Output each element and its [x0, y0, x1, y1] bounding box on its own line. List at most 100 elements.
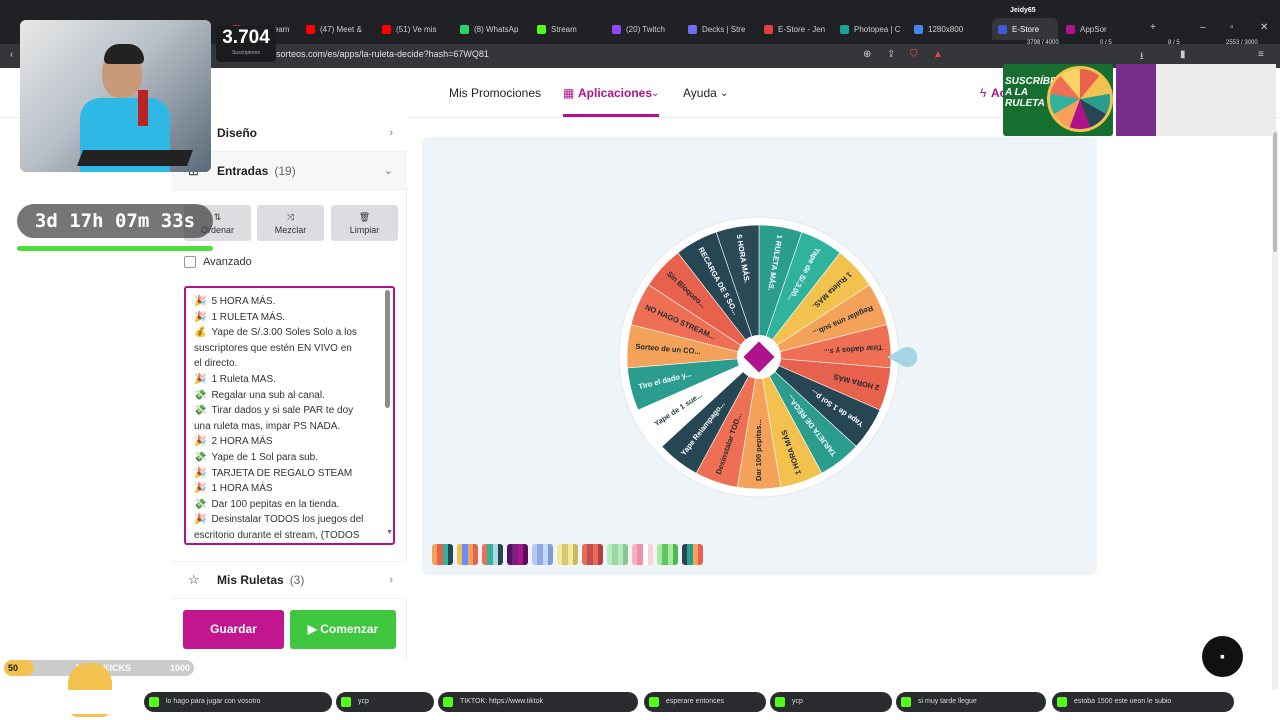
tab-favicon-icon — [840, 24, 849, 34]
subathon-timer: 3d 17h 07m 33s — [17, 204, 213, 238]
play-icon: ▶ — [307, 622, 321, 636]
chevron-right-icon: › — [389, 126, 393, 139]
close-window-icon[interactable]: ✕ — [1260, 22, 1268, 33]
chat-bubble-icon[interactable]: ▪ — [1202, 636, 1243, 677]
section-entries-label: Entradas (19) — [217, 164, 296, 178]
entry-line: 🎉 TARJETA DE REGALO STEAM — [194, 466, 379, 482]
browser-tab[interactable]: (20) Twitch — [612, 18, 682, 40]
entries-scrollbar[interactable] — [385, 290, 390, 408]
color-palette-option[interactable] — [532, 544, 553, 565]
nav-help[interactable]: Ayuda — [683, 86, 717, 100]
entries-count: (19) — [274, 163, 296, 178]
entry-line: 🎉 5 HORA MÁS. — [194, 294, 379, 310]
webcam-overlay — [20, 20, 211, 172]
entry-text: 1 Ruleta MAS. — [211, 373, 276, 385]
tab-favicon-icon — [764, 24, 773, 34]
browser-tab[interactable]: (51) Ve mis — [382, 18, 452, 40]
section-design-label: Diseño — [217, 125, 258, 140]
tab-label: Decks | Stre — [702, 24, 746, 34]
section-my-wheels[interactable]: ☆ Mis Ruletas (3) › — [172, 561, 407, 599]
color-palette-option[interactable] — [632, 544, 653, 565]
browser-tab[interactable]: AppSor — [1066, 18, 1136, 40]
sidebar-icon[interactable]: ▮ — [1180, 49, 1186, 60]
color-palette-option[interactable] — [557, 544, 578, 565]
maximize-icon[interactable]: ▫ — [1230, 22, 1234, 33]
entry-line: 💸 Yape de 1 Sol para sub. — [194, 450, 379, 466]
browser-tab[interactable]: (47) Meet & — [306, 18, 376, 40]
browser-tab[interactable]: E-Store — [992, 18, 1058, 40]
color-palette-option[interactable] — [682, 544, 703, 565]
color-palette-option[interactable] — [507, 544, 528, 565]
alerts-panel — [1116, 64, 1276, 136]
promo-banner: SUSCRÍBETE A LA RULETA — [1003, 64, 1113, 136]
share-icon[interactable]: ⇪ — [887, 49, 895, 60]
browser-tab[interactable]: Stream — [537, 18, 607, 40]
entry-line: 🎉 1 RULETA MÁS. — [194, 310, 379, 326]
browser-tab[interactable]: E-Store - Jen — [764, 18, 834, 40]
save-button[interactable]: Guardar — [183, 610, 284, 649]
entry-text: 1 RULETA MÁS. — [211, 311, 286, 323]
tab-label: E-Store - Jen — [778, 24, 826, 34]
brave-rewards-icon[interactable]: ▲ — [933, 49, 943, 60]
tab-favicon-icon — [914, 24, 923, 34]
goal-start: 50 — [8, 663, 19, 673]
tab-label: 1280x800 — [928, 24, 964, 34]
color-palette-option[interactable] — [432, 544, 453, 565]
color-palette-option[interactable] — [482, 544, 503, 565]
browser-tab[interactable]: Decks | Stre — [688, 18, 758, 40]
tab-favicon-icon — [998, 24, 1007, 34]
promo-wheel-icon — [1047, 66, 1113, 132]
entry-emoji-icon: 💸 — [194, 498, 207, 510]
browser-tab[interactable]: (8) WhatsAp — [460, 18, 530, 40]
page-scrollbar-thumb[interactable] — [1273, 132, 1277, 252]
entry-text: Dar 100 pepitas en la tienda. — [211, 498, 340, 510]
start-label: Comenzar — [320, 622, 379, 636]
browser-tab[interactable]: Photopea | C — [840, 18, 910, 40]
url-input[interactable]: sorteos.com/es/apps/la-ruleta-decide?has… — [276, 49, 489, 59]
browser-tab[interactable]: 1280x800 — [914, 18, 984, 40]
minimize-icon[interactable]: – — [1200, 22, 1206, 33]
color-palette-option[interactable] — [582, 544, 603, 565]
shuffle-label: Mezclar — [274, 225, 307, 235]
entry-line: 🎉 2 HORA MÁS — [194, 434, 379, 450]
color-palette-option[interactable] — [607, 544, 628, 565]
promo-text: SUSCRÍBETE A LA RULETA — [1005, 76, 1070, 109]
brave-shield-icon[interactable]: ⛉ — [910, 49, 918, 60]
entry-emoji-icon: 🎉 — [194, 514, 207, 526]
entry-emoji-icon: 🎉 — [194, 436, 207, 448]
zoom-icon[interactable]: ⊕ — [863, 49, 871, 60]
subscriber-count: 3.704 — [222, 27, 270, 48]
chat-message: ycp — [770, 692, 892, 712]
tab-label: (47) Meet & — [320, 24, 362, 34]
entry-text: Yape de 1 Sol para sub. — [211, 451, 319, 463]
star-icon: ☆ — [188, 572, 200, 587]
nav-promotions[interactable]: Mis Promociones — [449, 86, 541, 100]
tab-favicon-icon — [1066, 24, 1075, 34]
shuffle-icon: ⤨ — [286, 212, 295, 222]
start-button[interactable]: ▶ Comenzar — [290, 610, 396, 649]
menu-icon[interactable]: ≡ — [1258, 49, 1264, 60]
grid-icon: ▦ — [563, 86, 575, 100]
advanced-checkbox[interactable] — [184, 256, 196, 268]
color-palette-option[interactable] — [457, 544, 478, 565]
clear-button[interactable]: 🗑 Limpiar — [331, 205, 398, 241]
entries-textarea[interactable]: 🎉 5 HORA MÁS. 🎉 1 RULETA MÁS. 💰 Yape de S/.3.… — [184, 286, 395, 545]
entry-text: 2 HORA MÁS — [211, 436, 273, 448]
entry-emoji-icon: 💸 — [194, 451, 207, 463]
entry-text: Tirar dados y si sale PAR te doy — [211, 405, 354, 417]
entry-line: 🎉 1 HORA MÁS — [194, 481, 379, 497]
spin-wheel[interactable]: 1 RULETA MÁS. Yape de S/.3.00...1 Ruleta … — [604, 205, 924, 505]
scroll-down-icon[interactable]: ▼ — [386, 529, 393, 536]
tab-label: (20) Twitch — [626, 24, 665, 34]
chevron-down-icon: ⌄ — [651, 88, 660, 99]
advanced-label: Avanzado — [203, 256, 252, 268]
new-tab-icon[interactable]: + — [1150, 22, 1156, 33]
chat-message: si muy tarde llegue — [896, 692, 1046, 712]
color-palette-option[interactable] — [657, 544, 678, 565]
nav-applications[interactable]: Aplicaciones — [578, 86, 652, 100]
shuffle-button[interactable]: ⤨ Mezclar — [257, 205, 324, 241]
tab-favicon-icon — [460, 24, 469, 34]
entry-text: Regalar una sub al canal. — [211, 389, 325, 401]
entry-emoji-icon: 💸 — [194, 405, 207, 417]
back-icon[interactable]: ‹ — [10, 49, 13, 60]
